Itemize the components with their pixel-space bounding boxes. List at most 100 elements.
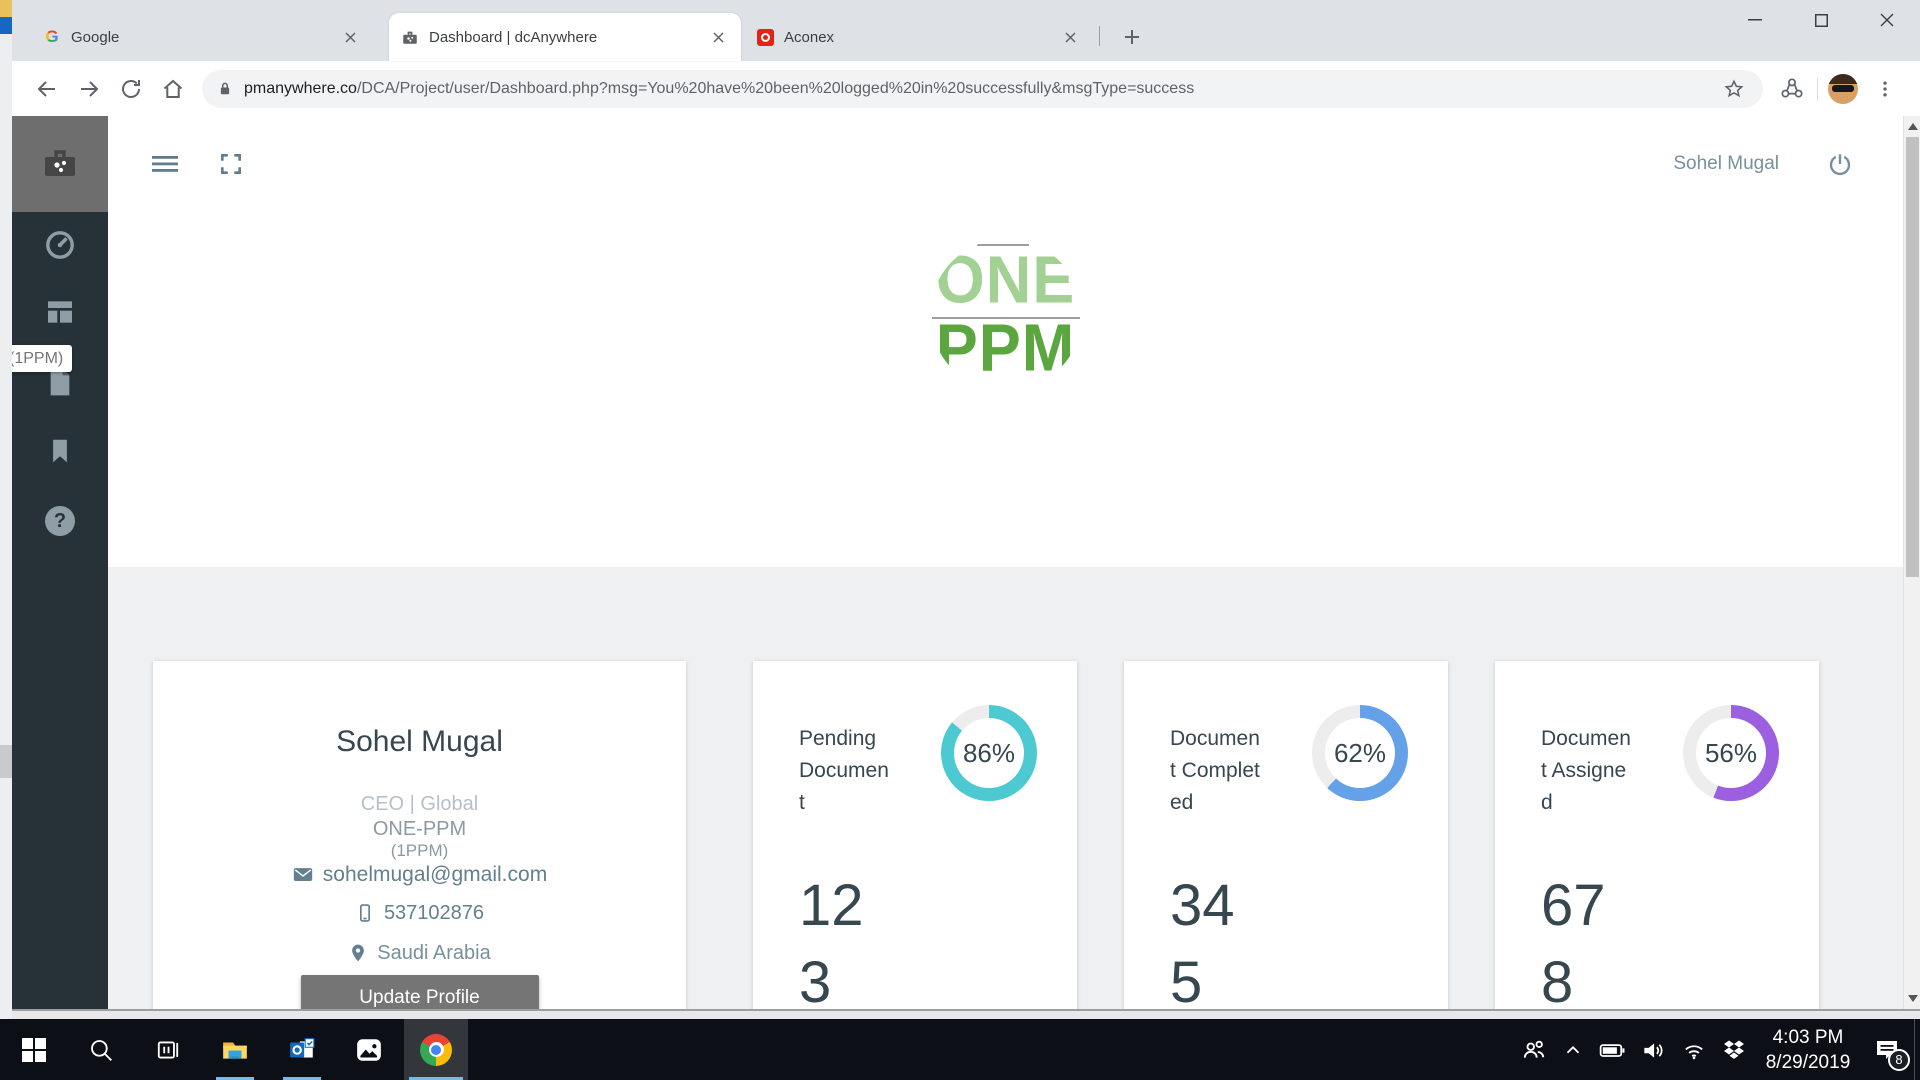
desktop: G Google Dashboard | dcAnywhere Aconex p… <box>0 0 1920 1080</box>
stat-label: Pending Document <box>799 727 889 814</box>
profile-avatar[interactable] <box>1828 73 1858 104</box>
help-icon: ? <box>45 506 75 536</box>
stat-card-pending-document: Pending Document 86% 123 <box>753 661 1077 1009</box>
bookmark-star-icon[interactable] <box>1716 71 1752 107</box>
volume-icon[interactable] <box>1640 1037 1666 1063</box>
task-view-button[interactable] <box>144 1019 192 1080</box>
address-bar[interactable]: pmanywhere.co/DCA/Project/user/Dashboard… <box>202 69 1763 108</box>
header-user-name[interactable]: Sohel Mugal <box>1673 153 1779 175</box>
tab-dashboard-dcanywhere[interactable]: Dashboard | dcAnywhere <box>389 13 741 61</box>
tab-close-icon[interactable] <box>1059 26 1081 48</box>
scrollbar-thumb[interactable] <box>1906 137 1919 577</box>
logo-text-ppm: PPM <box>935 310 1076 386</box>
forward-button[interactable] <box>71 71 107 107</box>
donut-gauge: 62% <box>1312 705 1408 801</box>
minimize-button[interactable] <box>1722 0 1788 40</box>
background-scroll-fragment <box>0 745 12 778</box>
action-center-button[interactable]: 8 <box>1870 1033 1910 1071</box>
wifi-icon[interactable] <box>1681 1037 1707 1063</box>
tab-separator <box>1099 26 1100 46</box>
tab-title: Dashboard | dcAnywhere <box>429 28 598 46</box>
email-icon <box>292 864 314 886</box>
people-icon[interactable] <box>1521 1037 1547 1063</box>
stat-card-document-assigned: Document Assigned 56% 678 <box>1495 661 1819 1009</box>
toolbar-divider <box>1817 77 1818 100</box>
home-button[interactable] <box>155 71 191 107</box>
tab-title: Aconex <box>784 28 835 46</box>
sidebar-item-bookmarks[interactable] <box>12 436 108 466</box>
browser-toolbar: pmanywhere.co/DCA/Project/user/Dashboard… <box>12 61 1920 116</box>
profile-phone: 537102876 <box>383 901 485 924</box>
tab-close-icon[interactable] <box>707 26 729 48</box>
taskbar-file-explorer[interactable] <box>211 1019 259 1080</box>
sidebar-item-projects[interactable] <box>12 296 108 328</box>
taskbar-search-button[interactable] <box>77 1019 125 1080</box>
url-text: pmanywhere.co/DCA/Project/user/Dashboard… <box>244 80 1713 98</box>
sidebar-item-dashboard[interactable] <box>12 228 108 262</box>
tray-chevron-up-icon[interactable] <box>1562 1039 1584 1061</box>
stat-percent: 86% <box>962 737 1016 768</box>
background-titlebar-fragment <box>0 17 12 34</box>
window-bottom-edge <box>12 1009 1920 1019</box>
stat-percent: 56% <box>1704 737 1758 768</box>
browser-menu-icon[interactable] <box>1867 71 1903 107</box>
url-domain: pmanywhere.co <box>244 79 357 97</box>
maximize-button[interactable] <box>1788 0 1854 40</box>
tab-strip: G Google Dashboard | dcAnywhere Aconex <box>12 0 1920 61</box>
donut-gauge: 86% <box>941 705 1037 801</box>
close-window-button[interactable] <box>1854 0 1920 40</box>
app-main: Sohel Mugal ONE PPM Sohel Mugal CEO | Gl… <box>108 116 1903 1009</box>
profile-email[interactable]: sohelmugal@gmail.com <box>323 863 547 887</box>
tab-aconex[interactable]: Aconex <box>744 13 1093 61</box>
one-ppm-logo: ONE PPM <box>929 239 1082 391</box>
app-sidebar: ? <box>12 116 108 1009</box>
browser-window: G Google Dashboard | dcAnywhere Aconex p… <box>12 0 1920 1019</box>
new-tab-button[interactable] <box>1111 16 1153 58</box>
show-desktop-button[interactable] <box>1914 1019 1920 1080</box>
profile-name: Sohel Mugal <box>336 725 503 758</box>
scroll-down-arrow[interactable] <box>1908 995 1918 1002</box>
taskbar-clock[interactable]: 4:03 PM 8/29/2019 <box>1761 1025 1855 1075</box>
layout-columns-icon <box>48 301 72 323</box>
dashboard-cards: Sohel Mugal CEO | Global ONE-PPM (1PPM) … <box>108 567 1903 1009</box>
taskbar-photos[interactable] <box>345 1019 393 1080</box>
mobile-phone-icon <box>355 903 375 923</box>
window-controls <box>1722 0 1920 40</box>
menu-hamburger-icon[interactable] <box>152 152 180 176</box>
logout-power-icon[interactable] <box>1827 151 1853 177</box>
start-button[interactable] <box>10 1019 58 1080</box>
profile-org: ONE-PPM <box>372 818 467 840</box>
stat-value: 345 <box>1170 873 1235 1009</box>
reload-button[interactable] <box>113 71 149 107</box>
fullscreen-icon[interactable] <box>218 151 244 177</box>
logo-text-one: ONE <box>935 243 1076 318</box>
location-pin-icon <box>348 943 368 963</box>
tab-google[interactable]: G Google <box>31 13 373 61</box>
gauge-icon <box>46 231 74 259</box>
sidebar-app-logo[interactable] <box>12 116 108 212</box>
stat-label: Document Assigned <box>1541 727 1631 814</box>
profile-org-code: (1PPM) <box>390 841 449 860</box>
page-scrollbar[interactable] <box>1903 116 1920 1009</box>
background-folder-fragment <box>0 0 12 17</box>
extension-icon[interactable] <box>1774 71 1810 107</box>
url-path: /DCA/Project/user/Dashboard.php?msg=You%… <box>356 79 1195 97</box>
profile-location: Saudi Arabia <box>377 941 491 964</box>
tab-close-icon[interactable] <box>339 26 361 48</box>
clock-time: 4:03 PM <box>1772 1026 1844 1048</box>
notification-badge: 8 <box>1888 1048 1910 1071</box>
sidebar-tooltip: (1PPM) <box>12 345 73 372</box>
update-profile-button[interactable]: Update Profile <box>300 975 539 1009</box>
taskbar-outlook[interactable] <box>278 1019 326 1080</box>
lock-icon[interactable] <box>216 80 234 98</box>
scroll-up-arrow[interactable] <box>1908 123 1918 130</box>
bookmark-icon <box>53 439 67 463</box>
back-button[interactable] <box>29 71 65 107</box>
battery-icon[interactable] <box>1599 1037 1625 1063</box>
stat-card-document-completed: Document Completed 62% 345 <box>1124 661 1448 1009</box>
profile-card: Sohel Mugal CEO | Global ONE-PPM (1PPM) … <box>153 661 686 1009</box>
dropbox-icon[interactable] <box>1722 1038 1746 1062</box>
taskbar-chrome[interactable] <box>404 1019 468 1080</box>
sidebar-item-help[interactable]: ? <box>12 506 108 536</box>
tab-title: Google <box>71 28 120 46</box>
